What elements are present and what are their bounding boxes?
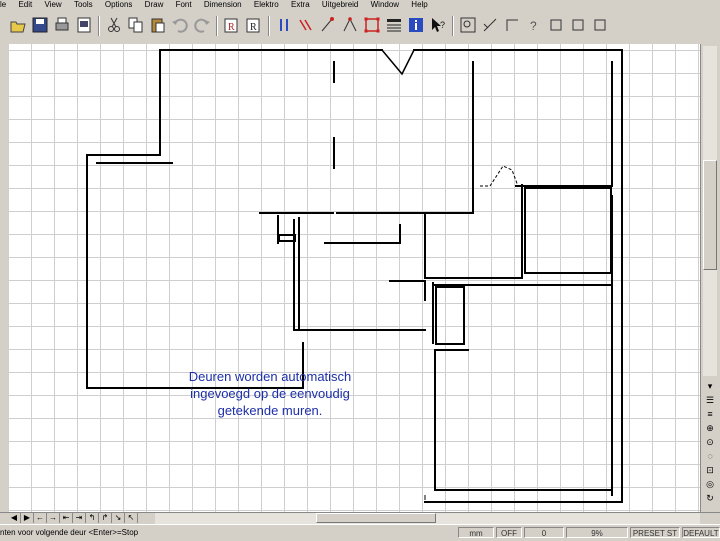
pan-icon[interactable]: ⊕: [703, 422, 717, 434]
zoom-field: 9%: [566, 527, 628, 538]
corner-icon[interactable]: [502, 14, 522, 36]
zoom-icon[interactable]: [458, 14, 478, 36]
wall: [413, 49, 623, 503]
door-frame: [278, 234, 296, 242]
trim-icon[interactable]: [340, 14, 360, 36]
tab-button[interactable]: ←: [34, 512, 47, 523]
value-field: 0: [524, 527, 564, 538]
help-pointer-icon[interactable]: ?: [428, 14, 448, 36]
ortho-field[interactable]: OFF: [496, 527, 522, 538]
snap-icon[interactable]: [318, 14, 338, 36]
wall: [524, 187, 612, 274]
door-swing-dashed: [480, 165, 519, 187]
undo-icon[interactable]: [170, 14, 190, 36]
list-icon[interactable]: [384, 14, 404, 36]
save-icon[interactable]: [30, 14, 50, 36]
wall: [293, 219, 426, 331]
info-icon[interactable]: [406, 14, 426, 36]
tab-button[interactable]: ⇥: [73, 512, 86, 523]
paste-icon[interactable]: [148, 14, 168, 36]
svg-text:R: R: [228, 22, 235, 33]
question-icon[interactable]: ?: [524, 14, 544, 36]
redraw-icon[interactable]: ↻: [703, 492, 717, 504]
tab-button[interactable]: ↰: [86, 512, 99, 523]
command-prompt: nten voor volgende deur <Enter>=Stop: [0, 528, 139, 537]
caption-line-3: getekende muren.: [217, 403, 323, 418]
list-icon[interactable]: ☰: [703, 394, 717, 406]
copy-icon[interactable]: [126, 14, 146, 36]
menu-edit[interactable]: Edit: [18, 0, 32, 9]
tab-button[interactable]: ⇤: [60, 512, 73, 523]
tab-button[interactable]: ▶: [21, 512, 34, 523]
select-rect-icon[interactable]: [362, 14, 382, 36]
floor-plan: [86, 49, 623, 503]
open-icon[interactable]: [8, 14, 28, 36]
tab-button[interactable]: ↖: [125, 512, 138, 523]
menu-elektro[interactable]: Elektro: [254, 0, 279, 9]
tab-button[interactable]: ↱: [99, 512, 112, 523]
redo-icon[interactable]: [192, 14, 212, 36]
preview-icon[interactable]: [74, 14, 94, 36]
svg-text:R: R: [250, 22, 257, 33]
coordinate-icon[interactable]: [480, 14, 500, 36]
svg-text:?: ?: [440, 20, 445, 30]
reference-icon[interactable]: R: [222, 14, 242, 36]
preset-field[interactable]: PRESET ST: [630, 527, 680, 538]
zoom-window-icon[interactable]: ⊡: [703, 464, 717, 476]
wall: [86, 49, 304, 389]
caption-line-1: Deuren worden automatisch: [188, 369, 352, 384]
caption-line-2: ingevoegd op de eenvoudig: [190, 386, 350, 401]
toolbar: R R ? ?: [0, 10, 720, 45]
pause-icon[interactable]: [274, 14, 294, 36]
tab-button[interactable]: →: [47, 512, 60, 523]
caption-text: Deuren worden automatisch ingevoegd op d…: [160, 368, 380, 419]
parallel-icon[interactable]: [296, 14, 316, 36]
tab-button[interactable]: ↘: [112, 512, 125, 523]
menu-view[interactable]: View: [45, 0, 62, 9]
menu-file[interactable]: le: [0, 0, 6, 9]
menu-bar: le Edit View Tools Options Draw Font Dim…: [0, 0, 720, 10]
vertical-scroll-thumb[interactable]: [703, 160, 717, 270]
menu-window[interactable]: Window: [371, 0, 399, 9]
svg-text:?: ?: [530, 19, 537, 33]
menu-options[interactable]: Options: [105, 0, 133, 9]
square-icon[interactable]: [568, 14, 588, 36]
print-icon[interactable]: [52, 14, 72, 36]
status-bar: nten voor volgende deur <Enter>=Stop mm …: [0, 524, 720, 541]
scroll-down-icon[interactable]: ▾: [703, 380, 717, 392]
menu-extra[interactable]: Extra: [291, 0, 310, 9]
square-icon[interactable]: [590, 14, 610, 36]
menu-tools[interactable]: Tools: [74, 0, 93, 9]
door-swing: [381, 49, 415, 76]
menu-uitgebreid[interactable]: Uitgebreid: [322, 0, 358, 9]
menu-draw[interactable]: Draw: [145, 0, 164, 9]
menu-font[interactable]: Font: [176, 0, 192, 9]
drawing-canvas[interactable]: Deuren worden automatisch ingevoegd op d…: [8, 44, 700, 512]
layers-icon[interactable]: ≡: [703, 408, 717, 420]
layer-field[interactable]: DEFAULT: [682, 527, 720, 538]
zoom-out-icon[interactable]: ◌: [703, 450, 717, 462]
unit-field[interactable]: mm: [458, 527, 494, 538]
wall: [434, 284, 613, 491]
wall: [424, 212, 523, 279]
wall: [435, 286, 465, 345]
zoom-in-icon[interactable]: ⊙: [703, 436, 717, 448]
square-icon[interactable]: [546, 14, 566, 36]
horizontal-scroll-thumb[interactable]: [316, 513, 436, 523]
cut-icon[interactable]: [104, 14, 124, 36]
menu-dimension[interactable]: Dimension: [204, 0, 242, 9]
reference-icon[interactable]: R: [244, 14, 264, 36]
zoom-all-icon[interactable]: ◎: [703, 478, 717, 490]
tab-button[interactable]: ◀: [8, 512, 21, 523]
navigation-tabs: ◀ ▶ ← → ⇤ ⇥ ↰ ↱ ↘ ↖: [8, 512, 138, 524]
wall: [336, 61, 474, 214]
menu-help[interactable]: Help: [411, 0, 427, 9]
